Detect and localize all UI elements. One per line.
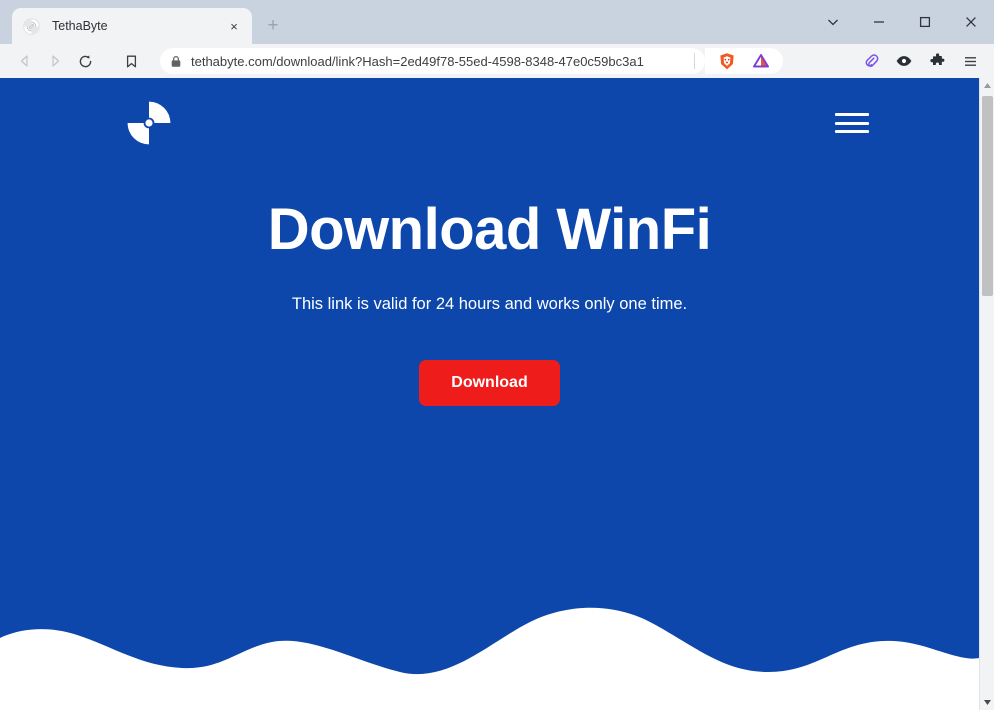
forward-arrow-icon[interactable]: [40, 47, 70, 75]
browser-toolbar: tethabyte.com/download/link?Hash=2ed49f7…: [0, 44, 994, 78]
site-menu-button[interactable]: [835, 110, 869, 136]
minimize-button[interactable]: [856, 0, 902, 44]
eye-icon[interactable]: [890, 47, 918, 75]
hero-section: Download WinFi This link is valid for 24…: [0, 197, 979, 406]
hamburger-line-1: [835, 113, 869, 116]
puzzle-piece-icon[interactable]: [923, 47, 951, 75]
hero-subtitle: This link is valid for 24 hours and work…: [291, 294, 688, 313]
url-text: tethabyte.com/download/link?Hash=2ed49f7…: [191, 53, 644, 69]
site-header: [0, 78, 979, 168]
purple-triangle-icon[interactable]: [747, 47, 775, 75]
page-scrollbar[interactable]: [979, 78, 994, 710]
tab-tethabyte[interactable]: TethaByte ×: [12, 8, 252, 44]
brave-shield-group: [705, 48, 783, 74]
tab-title: TethaByte: [52, 19, 108, 33]
address-bar[interactable]: tethabyte.com/download/link?Hash=2ed49f7…: [160, 48, 705, 74]
hamburger-menu-icon[interactable]: [956, 47, 984, 75]
maximize-button[interactable]: [902, 0, 948, 44]
tab-search-button[interactable]: [810, 0, 856, 44]
page-title: Download WinFi: [267, 197, 712, 262]
toolbar-right-icons: [857, 47, 984, 75]
hamburger-line-2: [835, 121, 869, 125]
tethabyte-disc-icon: [23, 17, 40, 35]
browser-window: TethaByte × + tethabyte.com/download/lin…: [0, 0, 994, 710]
hamburger-line-3: [835, 130, 869, 133]
brave-lion-shield-icon[interactable]: [713, 47, 741, 75]
close-window-button[interactable]: [948, 0, 994, 44]
lock-icon: [170, 55, 182, 68]
download-button[interactable]: Download: [419, 359, 560, 406]
scroll-down-arrow-icon[interactable]: [980, 695, 994, 710]
new-tab-button[interactable]: +: [258, 11, 288, 41]
tab-strip: TethaByte × +: [0, 0, 994, 44]
omnibox-separator: [694, 53, 695, 69]
paperclip-icon[interactable]: [857, 47, 885, 75]
tethabyte-wifi-disc-logo[interactable]: [126, 100, 172, 146]
reload-icon[interactable]: [70, 47, 100, 75]
bookmark-icon[interactable]: [116, 47, 146, 75]
tethabyte-download-page: Download WinFi This link is valid for 24…: [0, 78, 979, 710]
scroll-up-arrow-icon[interactable]: [980, 78, 994, 93]
scrollbar-thumb[interactable]: [982, 96, 993, 296]
close-icon[interactable]: ×: [224, 16, 244, 36]
window-controls: [810, 0, 994, 44]
page-viewport: Download WinFi This link is valid for 24…: [0, 78, 994, 710]
wave-decoration: [0, 607, 979, 710]
back-arrow-icon[interactable]: [10, 47, 40, 75]
